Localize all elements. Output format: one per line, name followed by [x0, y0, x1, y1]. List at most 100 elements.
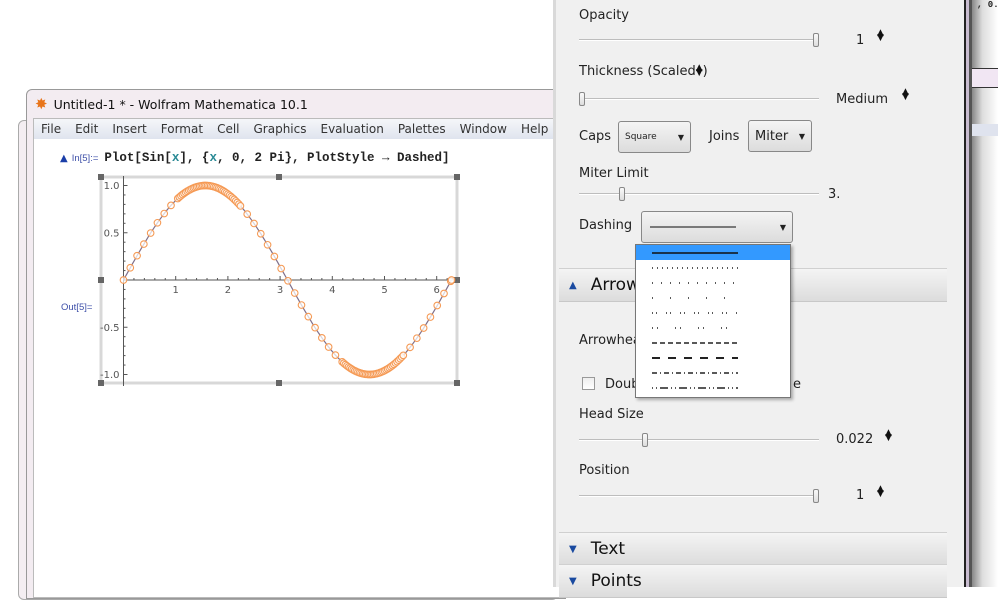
dashing-options-list	[635, 244, 791, 398]
selection-handle[interactable]	[98, 174, 104, 180]
dashing-dropdown[interactable]: ▼	[641, 211, 793, 243]
data-point-marker	[399, 351, 408, 360]
joins-label: Joins	[709, 129, 740, 144]
y-tick-label: 0.5	[104, 228, 120, 239]
dashing-preview	[650, 226, 736, 228]
head-size-slider[interactable]	[579, 439, 819, 441]
data-point-marker	[119, 276, 128, 284]
data-point-marker	[331, 351, 340, 359]
chevron-down-icon: ▼	[569, 575, 577, 587]
head-size-slider-thumb[interactable]	[642, 433, 649, 447]
dashing-option-dotted-sparse[interactable]	[636, 290, 790, 305]
data-point-marker	[318, 333, 326, 342]
opacity-value[interactable]: 1	[856, 33, 864, 48]
data-point-marker	[160, 209, 169, 218]
data-point-marker	[167, 201, 175, 210]
caps-label: Caps	[579, 129, 612, 144]
joins-dropdown[interactable]: Miter ▼	[748, 120, 812, 152]
arrowheads-label: Arrowhea	[579, 333, 641, 348]
data-point-marker	[126, 263, 135, 272]
opacity-slider[interactable]	[579, 39, 819, 41]
data-point-marker	[243, 210, 252, 218]
data-point-marker	[426, 313, 435, 321]
dashing-option-dotted[interactable]	[636, 275, 790, 290]
x-tick-label: 4	[329, 285, 335, 296]
data-point-marker	[250, 219, 258, 228]
selection-handle[interactable]	[276, 380, 282, 386]
chevron-down-icon: ▼	[569, 543, 577, 555]
head-size-label: Head Size	[579, 407, 644, 422]
x-tick-label: 5	[381, 285, 387, 296]
thickness-slider-thumb[interactable]	[579, 92, 585, 106]
position-spinner-icon[interactable]: ▲ ▼	[877, 485, 884, 499]
data-point-marker	[236, 202, 245, 210]
x-tick-label: 6	[434, 285, 440, 296]
miter-limit-slider-thumb[interactable]	[618, 187, 625, 201]
data-point-marker	[413, 334, 421, 343]
data-point-marker	[419, 324, 428, 332]
position-label: Position	[579, 463, 630, 478]
opacity-label: Opacity	[579, 8, 630, 23]
thickness-spinner-icon[interactable]: ▲ ▼	[902, 88, 909, 102]
thickness-label: Thickness (Scaled▲ ▼)	[579, 63, 708, 80]
data-point-marker	[324, 343, 333, 351]
miter-limit-label: Miter Limit	[579, 166, 649, 181]
text-section-header[interactable]: ▼ Text	[559, 532, 947, 566]
head-size-value[interactable]: 0.022	[836, 432, 873, 447]
dashing-option-solid[interactable]	[636, 245, 790, 260]
dashing-label: Dashing	[579, 218, 633, 233]
dashing-option-dot-pairs-sparse[interactable]	[636, 320, 790, 335]
data-point-marker	[447, 276, 456, 284]
data-point-marker	[290, 289, 299, 297]
y-tick-label: -0.5	[100, 323, 120, 334]
data-point-marker	[297, 301, 306, 309]
chevron-up-icon: ▲	[569, 279, 577, 291]
panel-border	[964, 0, 972, 587]
y-tick-label: -1.0	[100, 370, 120, 381]
data-point-marker	[270, 252, 279, 261]
chevron-down-icon: ▼	[677, 132, 684, 142]
data-point-marker	[440, 289, 448, 298]
x-tick-label: 1	[173, 285, 179, 296]
data-point-marker	[256, 229, 265, 238]
opacity-slider-thumb[interactable]	[813, 33, 819, 47]
data-point-marker	[406, 343, 414, 352]
data-point-marker	[146, 229, 155, 237]
dashing-option-long-dashed[interactable]	[636, 350, 790, 365]
dashing-option-dash-dot[interactable]	[636, 365, 790, 380]
double-label-end: e	[793, 377, 801, 392]
chevron-down-icon: ▼	[798, 131, 805, 141]
dashing-option-dashed[interactable]	[636, 335, 790, 350]
thickness-value[interactable]: Medium	[836, 92, 888, 107]
data-point-marker	[133, 251, 141, 260]
data-point-marker	[153, 218, 162, 227]
position-slider[interactable]	[579, 495, 819, 497]
background-notebook-edge: , 0.2	[972, 0, 998, 587]
selection-handle[interactable]	[98, 277, 104, 283]
opacity-spinner-icon[interactable]: ▲ ▼	[877, 29, 884, 43]
position-value[interactable]: 1	[856, 488, 864, 503]
dashing-option-dotted-dense[interactable]	[636, 260, 790, 275]
background-code-fragment: , 0.2	[977, 0, 998, 10]
position-slider-thumb[interactable]	[813, 489, 819, 503]
data-point-marker	[284, 276, 292, 285]
miter-limit-slider[interactable]	[579, 193, 819, 195]
data-point-marker	[304, 312, 313, 321]
selection-handle[interactable]	[276, 174, 282, 180]
points-section-header[interactable]: ▼ Points	[559, 564, 947, 598]
miter-limit-value: 3.	[828, 187, 841, 202]
thickness-mode-spinner-icon[interactable]: ▲ ▼	[696, 64, 703, 78]
head-size-spinner-icon[interactable]: ▲ ▼	[885, 429, 892, 443]
data-point-marker	[277, 264, 285, 273]
chevron-down-icon: ▼	[779, 222, 786, 232]
caps-dropdown[interactable]: Square ▼	[618, 121, 691, 153]
selection-handle[interactable]	[454, 174, 460, 180]
x-tick-label: 2	[225, 285, 231, 296]
dashing-option-dot-dot-dash[interactable]	[636, 380, 790, 395]
data-point-marker	[140, 240, 148, 248]
dashing-option-dot-pairs[interactable]	[636, 305, 790, 320]
double-arrowhead-checkbox[interactable]	[582, 377, 595, 390]
sine-plot[interactable]: 1 2 3 4 5 6 -1.0 -0.5 0.5 1.0	[0, 0, 560, 587]
selection-handle[interactable]	[454, 380, 460, 386]
thickness-slider[interactable]	[579, 98, 819, 100]
